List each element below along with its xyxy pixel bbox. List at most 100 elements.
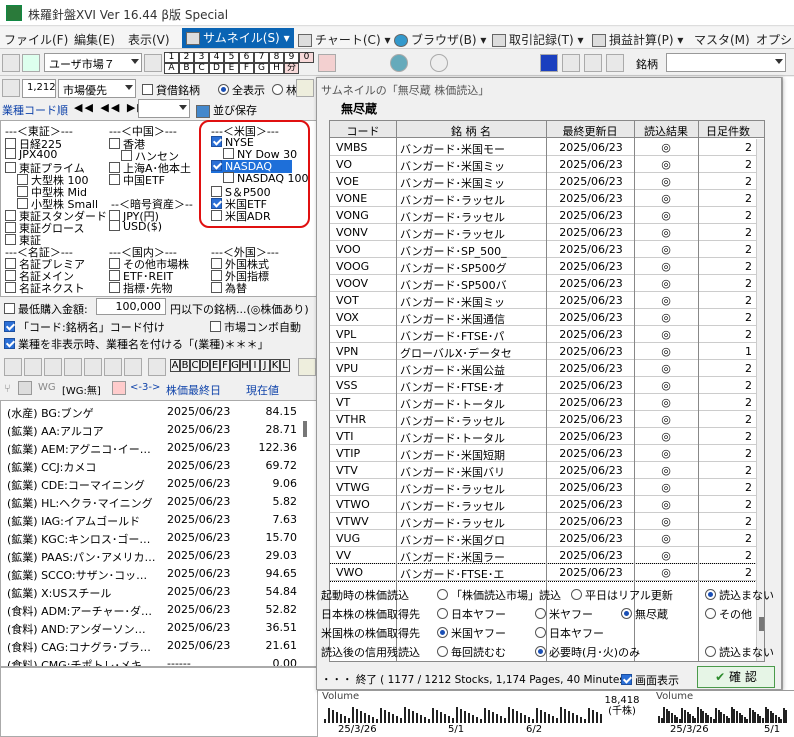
startup-radio-3[interactable]: 読込まない xyxy=(705,587,774,603)
table-row[interactable]: VSS バンガード･FTSE･オ 2025/06/23 ◎ 2 xyxy=(330,377,756,394)
list-icon[interactable] xyxy=(24,358,42,376)
min-price-check[interactable]: 最低購入金額: xyxy=(4,301,88,317)
stock-list[interactable]: (水産) BG:ブンゲ 2025/06/23 84.15 (鉱業) AA:アルコア 2… xyxy=(0,400,318,667)
list-item[interactable]: (水産) BG:ブンゲ 2025/06/23 84.15 xyxy=(1,402,301,421)
list-item[interactable]: (食料) CAG:コナグラ･ブラ… 2025/06/23 21.61 xyxy=(1,636,301,655)
cursor-tool-icon[interactable] xyxy=(2,54,20,72)
fork-icon[interactable]: ⑂ xyxy=(4,382,11,395)
table-row[interactable]: VOOG バンガード･SP500グ 2025/06/23 ◎ 2 xyxy=(330,258,756,275)
globe-icon[interactable] xyxy=(390,54,408,72)
menu-profit[interactable]: 損益計算(P) ▾ xyxy=(592,31,683,48)
ok-button[interactable]: ✔ 確 認 xyxy=(697,666,775,688)
table-row[interactable]: VOO バンガード･SP_500_ 2025/06/23 ◎ 2 xyxy=(330,241,756,258)
table-row[interactable]: VONV バンガード･ラッセル 2025/06/23 ◎ 2 xyxy=(330,224,756,241)
us-radio-1[interactable]: 米国ヤフー xyxy=(437,625,506,641)
filter-domestic-2[interactable]: 指標･先物 xyxy=(109,280,173,296)
play-icon[interactable] xyxy=(562,54,580,72)
group-h[interactable]: H xyxy=(269,63,284,74)
filter-meisho-2[interactable]: 名証ネクスト xyxy=(5,280,85,296)
table-row[interactable]: VTWO バンガード･ラッセル 2025/06/23 ◎ 2 xyxy=(330,496,756,513)
group-selector[interactable]: 1A 2B 3C 4D 5E 6F 7G 8H 9分 0 xyxy=(164,52,314,74)
alpha-k[interactable]: K xyxy=(270,359,280,372)
alpha-a[interactable]: A xyxy=(170,359,180,372)
table-row[interactable]: VMBS バンガード･米国モー 2025/06/23 ◎ 2 xyxy=(330,139,756,156)
menu-chart[interactable]: チャート(C) ▾ xyxy=(298,31,390,48)
table-row[interactable]: VTIP バンガード･米国短期 2025/06/23 ◎ 2 xyxy=(330,445,756,462)
table-row[interactable]: VOX バンガード･米国通信 2025/06/23 ◎ 2 xyxy=(330,309,756,326)
tools-icon[interactable] xyxy=(318,54,336,72)
alpha-b[interactable]: B xyxy=(180,359,190,372)
sort-combo[interactable] xyxy=(138,99,190,118)
alpha-c[interactable]: C xyxy=(190,359,200,372)
table-row[interactable]: VTHR バンガード･ラッセル 2025/06/23 ◎ 2 xyxy=(330,411,756,428)
arrow3-label[interactable]: <-3-> xyxy=(130,382,160,393)
table-row[interactable]: VTI バンガード･トータル 2025/06/23 ◎ 2 xyxy=(330,428,756,445)
delete-icon[interactable] xyxy=(84,358,102,376)
alpha-g[interactable]: G xyxy=(230,359,240,372)
add-icon[interactable] xyxy=(22,54,40,72)
list-item[interactable]: (食料) ADM:アーチャー･ダ… 2025/06/23 52.82 xyxy=(1,600,301,619)
grid-icon[interactable] xyxy=(144,54,162,72)
scrollbar-thumb[interactable] xyxy=(303,421,307,437)
group-5[interactable]: 5 xyxy=(224,52,239,63)
list-item[interactable]: (食料) CMG:チポトレ･メキ… ------ 0.00 xyxy=(1,654,301,666)
table-row[interactable]: VONE バンガード･ラッセル 2025/06/23 ◎ 2 xyxy=(330,190,756,207)
col-count[interactable]: 日足件数 xyxy=(698,123,758,139)
group-3[interactable]: 3 xyxy=(194,52,209,63)
save-order-button[interactable]: 並び保存 xyxy=(196,102,257,118)
group-2[interactable]: 2 xyxy=(179,52,194,63)
other-radio[interactable]: 林 xyxy=(272,82,297,98)
credit-radio-2[interactable]: 必要時(月･火)のみ xyxy=(535,644,640,660)
filter-crypto-1[interactable]: USD($) xyxy=(109,220,162,233)
menu-browser[interactable]: ブラウザ(B) ▾ xyxy=(394,31,486,48)
table-row[interactable]: VT バンガード･トータル 2025/06/23 ◎ 2 xyxy=(330,394,756,411)
skip-end-icon[interactable] xyxy=(606,54,624,72)
table-row[interactable]: VPN グローバルX･データセ 2025/06/23 ◎ 1 xyxy=(330,343,756,360)
group-4[interactable]: 4 xyxy=(209,52,224,63)
group-7[interactable]: 7 xyxy=(254,52,269,63)
menu-thumbnail[interactable]: サムネイル(S) ▾ xyxy=(182,28,294,48)
table-row[interactable]: VTV バンガード･米国バリ 2025/06/23 ◎ 2 xyxy=(330,462,756,479)
fast-forward-icon[interactable] xyxy=(584,54,602,72)
list-item[interactable]: (鉱業) X:USスチール 2025/06/23 54.84 xyxy=(1,582,301,601)
list-item[interactable]: (鉱業) PAAS:パン･アメリカ… 2025/06/23 29.03 xyxy=(1,546,301,565)
filter-china-3[interactable]: 中国ETF xyxy=(109,172,165,188)
market-auto-check[interactable]: 市場コンボ自動 xyxy=(210,319,318,335)
circle-icon[interactable] xyxy=(430,54,448,72)
trash-icon[interactable] xyxy=(18,381,32,395)
filter-foreign-2[interactable]: 為替 xyxy=(211,280,247,296)
close-icon[interactable] xyxy=(112,381,126,395)
startup-radio-1[interactable]: 「株価読込市場」読込 xyxy=(437,587,561,603)
table-row[interactable]: VOOV バンガード･SP500バ 2025/06/23 ◎ 2 xyxy=(330,275,756,292)
refresh-icon[interactable] xyxy=(2,79,20,97)
group-c[interactable]: C xyxy=(194,63,209,74)
group-b[interactable]: B xyxy=(179,63,194,74)
menu-view[interactable]: 表示(V) xyxy=(128,31,170,48)
sort-icon[interactable] xyxy=(44,358,62,376)
chart-icon[interactable] xyxy=(104,358,122,376)
col-date-header[interactable]: 株価最終日 xyxy=(166,382,221,398)
list-item[interactable]: (鉱業) CCJ:カメコ 2025/06/23 69.72 xyxy=(1,456,301,475)
group-a[interactable]: A xyxy=(164,63,179,74)
alpha-i[interactable]: I xyxy=(250,359,260,372)
startup-radio-2[interactable]: 平日はリアル更新 xyxy=(571,587,673,603)
stop-icon[interactable] xyxy=(540,54,558,72)
holding-check[interactable]: 貸借銘柄 xyxy=(142,82,200,98)
alpha-f[interactable]: F xyxy=(220,359,230,372)
group-min[interactable]: 分 xyxy=(284,63,299,74)
market-combo[interactable]: ユーザ市場７ xyxy=(44,53,142,72)
list-item[interactable]: (鉱業) AEM:アグニコ･イー… 2025/06/23 122.36 xyxy=(1,438,301,457)
alpha-h[interactable]: H xyxy=(240,359,250,372)
table-row[interactable]: VUG バンガード･米国グロ 2025/06/23 ◎ 2 xyxy=(330,530,756,547)
table-row[interactable]: VTWG バンガード･ラッセル 2025/06/23 ◎ 2 xyxy=(330,479,756,496)
list-item[interactable]: (食料) AND:アンダーソン… 2025/06/23 36.51 xyxy=(1,618,301,637)
jp-radio-1[interactable]: 日本ヤフー xyxy=(437,606,506,622)
col-code[interactable]: コード xyxy=(330,123,396,139)
edit-icon[interactable] xyxy=(124,358,142,376)
group-0[interactable]: 0 xyxy=(299,52,314,63)
table-row[interactable]: VPU バンガード･米国公益 2025/06/23 ◎ 2 xyxy=(330,360,756,377)
alpha-d[interactable]: D xyxy=(200,359,210,372)
group-e[interactable]: E xyxy=(224,63,239,74)
credit-radio-3[interactable]: 読込まない xyxy=(705,644,774,660)
table-row[interactable]: VTWV バンガード･ラッセル 2025/06/23 ◎ 2 xyxy=(330,513,756,530)
